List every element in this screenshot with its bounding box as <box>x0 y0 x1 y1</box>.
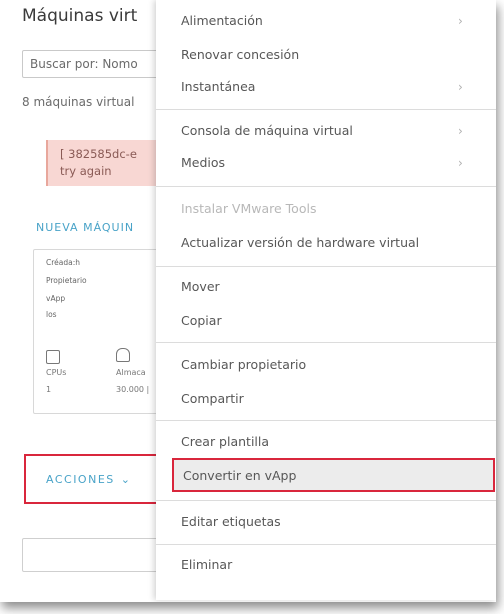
menu-item-medios[interactable]: Medios › <box>156 148 496 176</box>
menu-item-instalar-vmware-tools: Instalar VMware Tools <box>156 194 496 222</box>
menu-item-label: Editar etiquetas <box>181 513 281 529</box>
search-by-select[interactable]: Buscar por: Nomo <box>22 50 172 78</box>
vm-card[interactable]: Créada:h Propietario vApp los CPUs Almac… <box>33 249 173 414</box>
chevron-right-icon: › <box>458 80 463 94</box>
cpu-value: 1 <box>46 385 52 394</box>
menu-item-actualizar-hardware[interactable]: Actualizar versión de hardware virtual <box>156 228 496 256</box>
menu-divider <box>156 109 496 110</box>
menu-item-renovar-concesion[interactable]: Renovar concesión <box>156 40 496 68</box>
menu-item-label: Alimentación <box>181 12 263 28</box>
menu-item-label: Instantánea <box>181 78 256 94</box>
bottom-input-field[interactable] <box>22 538 172 572</box>
menu-item-crear-plantilla[interactable]: Crear plantilla <box>156 427 496 455</box>
chevron-right-icon: › <box>458 156 463 170</box>
menu-item-label: Copiar <box>181 312 222 328</box>
cpu-label: CPUs <box>46 368 67 377</box>
menu-item-alimentacion[interactable]: Alimentación › <box>156 6 496 34</box>
menu-item-label: Cambiar propietario <box>181 356 307 372</box>
cpu-icon <box>46 350 60 364</box>
chevron-right-icon: › <box>458 124 463 138</box>
card-los-label: los <box>46 310 57 319</box>
menu-item-compartir[interactable]: Compartir <box>156 384 496 412</box>
menu-divider <box>156 342 496 343</box>
menu-item-label: Medios <box>181 154 226 170</box>
menu-item-consola[interactable]: Consola de máquina virtual › <box>156 116 496 144</box>
card-created-label: Créada:h <box>46 258 81 267</box>
card-owner-label: Propietario <box>46 276 87 285</box>
menu-item-label: Crear plantilla <box>181 433 270 449</box>
screenshot-frame: Máquinas virt Buscar por: Nomo 8 máquina… <box>0 0 496 602</box>
menu-item-label: Consola de máquina virtual <box>181 122 353 138</box>
menu-item-label: Instalar VMware Tools <box>181 200 317 216</box>
menu-item-copiar[interactable]: Copiar <box>156 306 496 334</box>
menu-item-label: Mover <box>181 278 220 294</box>
menu-item-label: Actualizar versión de hardware virtual <box>181 234 420 250</box>
menu-item-instantanea[interactable]: Instantánea › <box>156 72 496 100</box>
menu-item-convertir-en-vapp[interactable]: Convertir en vApp <box>172 458 495 492</box>
actions-dropdown-menu: Alimentación › Renovar concesión Instant… <box>156 0 496 600</box>
menu-item-cambiar-propietario[interactable]: Cambiar propietario <box>156 350 496 378</box>
card-vapp-label: vApp <box>46 294 66 303</box>
menu-item-mover[interactable]: Mover <box>156 272 496 300</box>
storage-label: Almaca <box>116 368 146 377</box>
menu-item-label: Renovar concesión <box>181 46 300 62</box>
chevron-down-icon: ⌄ <box>120 472 132 486</box>
menu-divider <box>156 420 496 421</box>
actions-label: ACCIONES <box>46 472 115 486</box>
page-title: Máquinas virt <box>22 6 138 26</box>
menu-divider <box>156 544 496 545</box>
menu-divider <box>156 186 496 187</box>
storage-icon <box>116 348 130 362</box>
menu-item-label: Compartir <box>181 390 244 406</box>
vm-count-label: 8 máquinas virtual <box>22 95 135 109</box>
storage-value: 30.000 | <box>116 385 150 394</box>
menu-item-eliminar[interactable]: Eliminar <box>156 550 496 578</box>
chevron-right-icon: › <box>458 14 463 28</box>
new-vm-button[interactable]: NUEVA MÁQUIN <box>36 221 134 234</box>
menu-item-editar-etiquetas[interactable]: Editar etiquetas <box>156 507 496 535</box>
menu-divider <box>156 500 496 501</box>
menu-item-label: Convertir en vApp <box>183 467 297 483</box>
menu-item-label: Eliminar <box>181 556 233 572</box>
actions-button[interactable]: ACCIONES ⌄ <box>24 454 160 504</box>
menu-divider <box>156 266 496 267</box>
